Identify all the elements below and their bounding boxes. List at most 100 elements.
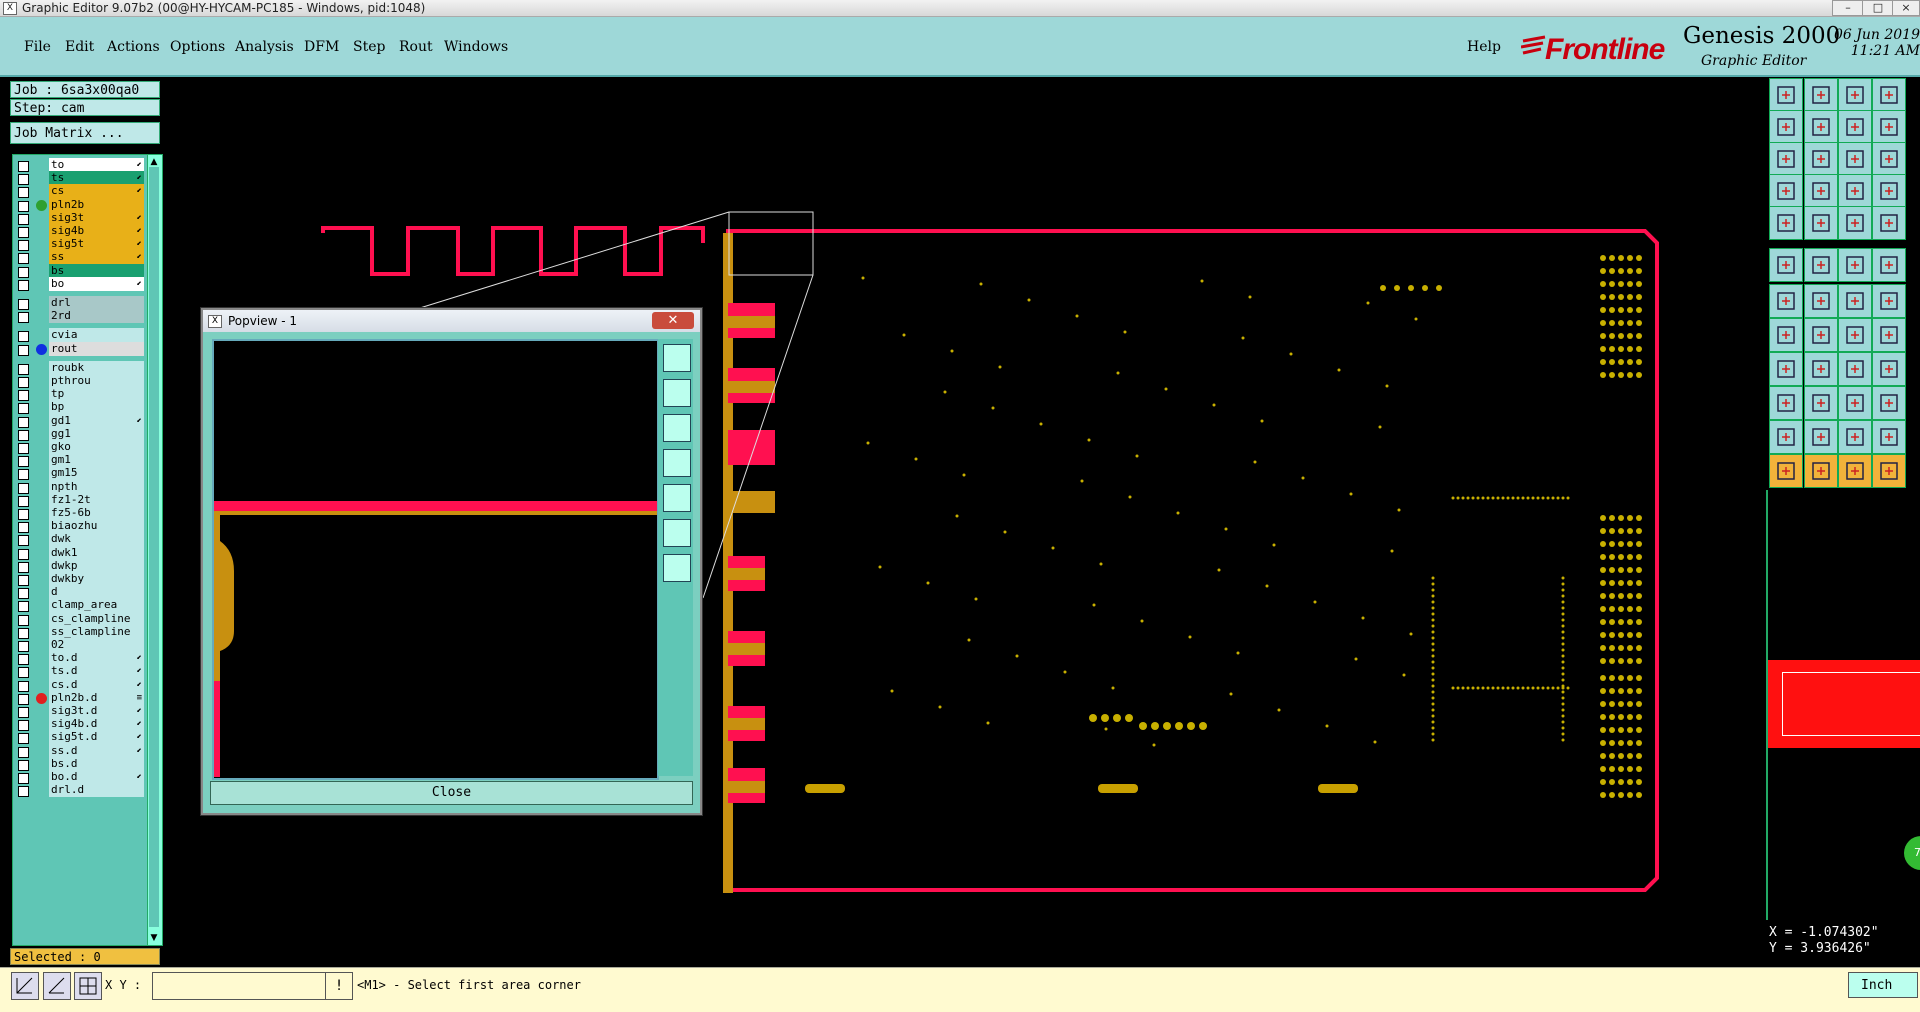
stretch-tool-icon[interactable] xyxy=(1872,352,1906,386)
layer-name[interactable]: sig3t ⬋ xyxy=(49,210,144,225)
export-tool-icon[interactable] xyxy=(1804,420,1838,454)
layer-name[interactable]: gm1 xyxy=(49,453,144,468)
layer-name[interactable]: gm15 xyxy=(49,466,144,481)
layer-name[interactable]: bo.d ⬋ xyxy=(49,770,144,784)
pointer-tool-icon[interactable] xyxy=(1769,386,1803,420)
layer-name[interactable]: pln2b xyxy=(49,197,144,212)
select-tool-icon[interactable] xyxy=(11,972,39,1000)
layer-name[interactable]: dwkby xyxy=(49,572,144,586)
layer-name[interactable]: ss_clampline xyxy=(49,624,144,639)
layer-name[interactable]: npth xyxy=(49,479,144,494)
layer-name[interactable]: fz5-6b xyxy=(49,506,144,520)
layer-name[interactable]: gko xyxy=(49,440,144,454)
layer-name[interactable]: sig5t ⬋ xyxy=(49,237,144,252)
legend-tool-icon[interactable] xyxy=(1769,174,1803,208)
layer-checkbox[interactable] xyxy=(18,312,29,324)
layer-name[interactable]: d xyxy=(49,585,144,600)
layer-name[interactable]: dwkp xyxy=(49,558,144,573)
grid-tool-icon[interactable] xyxy=(1872,110,1906,144)
popview-titlebar[interactable]: X Popview - 1 ✕ xyxy=(203,310,700,332)
layer-row[interactable]: rout xyxy=(13,341,147,357)
layer-name[interactable]: clamp_area xyxy=(49,598,144,613)
swap-tool-icon[interactable] xyxy=(1838,110,1872,144)
layer-name[interactable]: cs.d ⬋ xyxy=(49,677,144,692)
net2-tool-icon[interactable] xyxy=(1872,174,1906,208)
unit-selector[interactable]: Inch xyxy=(1848,972,1918,998)
swap-tool-icon[interactable] xyxy=(1838,454,1872,488)
snap-tool-icon[interactable] xyxy=(1804,174,1838,208)
layer-name[interactable]: ts.d ⬋ xyxy=(49,664,144,679)
info-icon[interactable]: ! xyxy=(325,972,353,1000)
layer-name[interactable]: roubk xyxy=(49,360,144,375)
layer-name[interactable]: tp xyxy=(49,387,144,402)
layer-name[interactable]: pln2b.d ≡ xyxy=(49,690,144,705)
scroll-down-icon[interactable]: ▼ xyxy=(149,933,159,943)
move-tool-icon[interactable] xyxy=(1838,318,1872,352)
add-tool-icon[interactable] xyxy=(1769,318,1803,352)
pan-tool-icon[interactable] xyxy=(1804,142,1838,176)
connect-tool-icon[interactable] xyxy=(1804,206,1838,240)
layer-name[interactable]: fz1-2t xyxy=(49,492,144,507)
pick-tool-icon[interactable] xyxy=(1804,386,1838,420)
copy-tool-icon[interactable] xyxy=(1872,318,1906,352)
grid-tool-icon[interactable] xyxy=(1872,454,1906,488)
fill-tool-icon[interactable] xyxy=(1872,206,1906,240)
net-tool-icon[interactable] xyxy=(1838,174,1872,208)
popview-down-icon[interactable] xyxy=(663,414,691,442)
menu-rout[interactable]: Rout xyxy=(399,39,433,55)
mirror-tool-icon[interactable] xyxy=(1769,352,1803,386)
export-tool-icon[interactable] xyxy=(1804,78,1838,112)
job-matrix-button[interactable]: Job Matrix ... xyxy=(10,122,160,144)
help-tool-icon[interactable] xyxy=(1872,142,1906,176)
layer-name[interactable]: bs.d xyxy=(49,756,144,771)
popview-dialog[interactable]: X Popview - 1 ✕ Close xyxy=(201,308,702,815)
next-tool-icon[interactable] xyxy=(1804,110,1838,144)
layer-name[interactable]: bs xyxy=(49,263,144,278)
layer-name[interactable]: to.d ⬋ xyxy=(49,651,144,666)
layer-name[interactable]: biaozhu xyxy=(49,519,144,534)
arc-tool-icon[interactable] xyxy=(1838,284,1872,318)
popview-left-icon[interactable] xyxy=(663,449,691,477)
draw-tool-icon[interactable] xyxy=(1804,284,1838,318)
bend-tool-icon[interactable] xyxy=(1872,248,1906,282)
close-window-button[interactable]: × xyxy=(1892,0,1920,16)
layer-name[interactable]: sig4b ⬋ xyxy=(49,224,144,238)
menu-windows[interactable]: Windows xyxy=(444,39,508,55)
resize-tool-icon[interactable] xyxy=(1838,352,1872,386)
home-tool-icon[interactable] xyxy=(1838,420,1872,454)
layer-name[interactable]: 02 xyxy=(49,638,144,652)
layer-name[interactable]: bo ⬋ xyxy=(49,276,144,291)
layer-name[interactable]: gg1 xyxy=(49,426,144,441)
scroll-thumb[interactable] xyxy=(149,167,159,927)
minimap[interactable]: 76 xyxy=(1766,490,1920,920)
import-tool-icon[interactable] xyxy=(1769,78,1803,112)
layer-name[interactable]: drl xyxy=(49,296,144,310)
popview-close-button[interactable]: Close xyxy=(210,781,693,805)
layer-name[interactable]: dwk xyxy=(49,532,144,547)
layout-tool-icon[interactable] xyxy=(1872,78,1906,112)
prev-tool-icon[interactable] xyxy=(1769,110,1803,144)
layer-name[interactable]: sig3t.d ⬋ xyxy=(49,704,144,718)
layout-tool-icon[interactable] xyxy=(1872,420,1906,454)
curve-tool-icon[interactable] xyxy=(1838,248,1872,282)
menu-analysis[interactable]: Analysis xyxy=(235,39,294,55)
popview-center-icon[interactable] xyxy=(663,554,691,582)
menu-actions[interactable]: Actions xyxy=(107,39,160,55)
layer-name[interactable]: sig4b.d ⬋ xyxy=(49,717,144,732)
prev-tool-icon[interactable] xyxy=(1769,454,1803,488)
menu-dfm[interactable]: DFM xyxy=(304,39,339,55)
layer-name[interactable]: dwk1 xyxy=(49,545,144,560)
xy-input[interactable] xyxy=(152,972,326,1000)
menu-file[interactable]: File xyxy=(24,39,51,55)
popview-right-icon[interactable] xyxy=(663,484,691,512)
layer-name[interactable]: cvia xyxy=(49,328,144,343)
layer-row[interactable]: drl.d xyxy=(13,783,147,798)
layer-name[interactable]: 2rd xyxy=(49,309,144,324)
grid-tool-icon[interactable] xyxy=(74,972,102,1000)
layer-checkbox[interactable] xyxy=(18,344,29,356)
minimize-button[interactable]: – xyxy=(1832,0,1864,16)
layer-name[interactable]: pthrou xyxy=(49,374,144,388)
next-tool-icon[interactable] xyxy=(1804,454,1838,488)
scale-tool-icon[interactable] xyxy=(1838,142,1872,176)
measure-tool-icon[interactable] xyxy=(43,972,71,1000)
